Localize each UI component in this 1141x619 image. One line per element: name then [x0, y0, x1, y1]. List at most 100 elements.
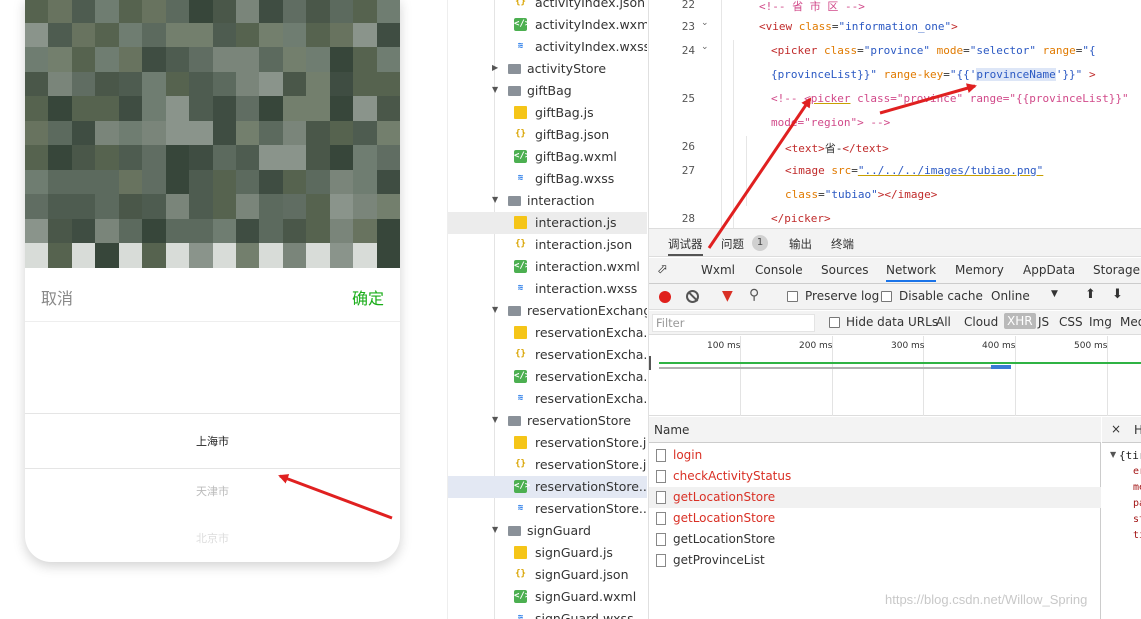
import-har-icon[interactable]: ⬆ — [1085, 287, 1096, 302]
type-filter-all[interactable]: All — [936, 315, 951, 329]
record-icon[interactable] — [659, 291, 671, 303]
tree-file[interactable]: {} activityIndex.json — [448, 0, 647, 14]
tab-debugger[interactable]: 调试器 — [668, 236, 703, 256]
tree-folder[interactable]: ▼ interaction — [448, 190, 647, 212]
picker-cancel-button[interactable]: 取消 — [41, 285, 73, 309]
tab-headers[interactable]: H — [1134, 423, 1141, 437]
chevron-down-icon[interactable]: ▼ — [492, 305, 498, 314]
type-filter-img[interactable]: Img — [1089, 315, 1112, 329]
tab-storage[interactable]: Storage — [1093, 263, 1140, 277]
tree-file[interactable]: reservationStore.js — [448, 432, 647, 454]
disable-cache-checkbox[interactable] — [881, 291, 892, 302]
tab-output[interactable]: 输出 — [789, 236, 812, 252]
type-filter-js[interactable]: JS — [1038, 315, 1049, 329]
chevron-down-icon[interactable]: ▼ — [1051, 289, 1058, 299]
tree-file[interactable]: </> giftBag.wxml — [448, 146, 647, 168]
tree-file[interactable]: ≋ activityIndex.wxss — [448, 36, 647, 58]
chevron-down-icon[interactable]: ▼ — [492, 415, 498, 424]
tree-file[interactable]: </> activityIndex.wxml — [448, 14, 647, 36]
tree-folder[interactable]: ▼ reservationStore — [448, 410, 647, 432]
code-editor[interactable]: 22 <!-- 省 市 区 --> 23 ⌄ <view class="info… — [648, 0, 1141, 228]
indent-guide — [721, 0, 722, 228]
tree-file[interactable]: giftBag.js — [448, 102, 647, 124]
chevron-down-icon[interactable]: ▼ — [492, 195, 498, 204]
type-filter-cloud[interactable]: Cloud — [964, 315, 998, 329]
tab-network[interactable]: Network — [886, 263, 937, 282]
tree-file[interactable]: {} reservationStore.j... — [448, 454, 647, 476]
filter-input[interactable]: Filter — [652, 314, 815, 332]
tree-file[interactable]: {} interaction.json — [448, 234, 647, 256]
chevron-right-icon[interactable]: ▶ — [492, 63, 498, 72]
tree-file[interactable]: {} giftBag.json — [448, 124, 647, 146]
mosaic-tile — [376, 120, 400, 146]
type-filter-media[interactable]: Med — [1120, 315, 1141, 329]
hide-data-urls-checkbox[interactable] — [829, 317, 840, 328]
tree-file[interactable]: ≋ reservationStore.... — [448, 498, 647, 520]
line-number: 24 — [681, 44, 695, 57]
tree-folder[interactable]: ▶ activityStore — [448, 58, 647, 80]
mosaic-tile — [259, 218, 283, 244]
mosaic-tile — [235, 0, 260, 23]
tree-file[interactable]: reservationExcha... — [448, 322, 647, 344]
throttle-select[interactable]: Online — [991, 289, 1030, 303]
tab-issues[interactable]: 问题 — [721, 236, 744, 252]
name-column-header[interactable]: Name — [654, 423, 689, 437]
tree-file[interactable]: {} signGuard.json — [448, 564, 647, 586]
tree-file[interactable]: {} reservationExcha... — [448, 344, 647, 366]
close-icon[interactable]: × — [1111, 422, 1121, 436]
tree-folder[interactable]: ▼ signGuard — [448, 520, 647, 542]
fold-chevron-icon[interactable]: ⌄ — [701, 18, 709, 28]
tree-file[interactable]: </> signGuard.wxml — [448, 586, 647, 608]
type-filter-css[interactable]: CSS — [1059, 315, 1083, 329]
request-row[interactable]: getLocationStore — [649, 508, 1101, 529]
tab-appdata[interactable]: AppData — [1023, 263, 1075, 277]
request-row[interactable]: login — [649, 445, 1101, 466]
mosaic-tile — [165, 169, 190, 195]
mosaic-tile — [306, 0, 330, 23]
tree-file[interactable]: </> interaction.wxml — [448, 256, 647, 278]
picker-view[interactable]: 上海市 天津市 北京市 — [25, 322, 400, 562]
filter-funnel-icon[interactable]: ▼ — [722, 288, 733, 304]
network-timeline-overview[interactable]: 100 ms 200 ms 300 ms 400 ms 500 ms — [649, 336, 1141, 416]
tab-sources[interactable]: Sources — [821, 263, 868, 277]
inspect-element-icon[interactable]: ⬀ — [657, 262, 668, 277]
type-filter-xhr[interactable]: XHR — [1004, 313, 1036, 329]
tab-wxml[interactable]: Wxml — [701, 263, 735, 277]
clear-icon[interactable] — [686, 290, 699, 303]
tree-file[interactable]: ≋ interaction.wxss — [448, 278, 647, 300]
tree-file[interactable]: ≋ reservationExcha... — [448, 388, 647, 410]
tree-folder[interactable]: ▼ giftBag — [448, 80, 647, 102]
fold-chevron-icon[interactable]: ⌄ — [701, 42, 709, 52]
chevron-down-icon[interactable]: ▼ — [492, 525, 498, 534]
mosaic-tile — [306, 194, 330, 219]
chevron-down-icon[interactable]: ▼ — [492, 85, 498, 94]
tab-terminal[interactable]: 终端 — [831, 236, 854, 252]
tree-file[interactable]: ≋ signGuard.wxss — [448, 608, 647, 619]
preserve-log-checkbox[interactable] — [787, 291, 798, 302]
picker-option[interactable]: 天津市 — [25, 483, 400, 499]
tree-file[interactable]: </> reservationExcha... — [448, 366, 647, 388]
search-icon[interactable]: ⚲ — [749, 287, 759, 303]
export-har-icon[interactable]: ⬇ — [1112, 287, 1123, 302]
mosaic-tile — [306, 218, 330, 244]
tree-file[interactable]: signGuard.js — [448, 542, 647, 564]
js-file-icon — [514, 326, 527, 339]
picker-option[interactable]: 北京市 — [25, 530, 400, 546]
tree-file[interactable]: interaction.js — [448, 212, 647, 234]
tree-folder[interactable]: ▼ reservationExchange — [448, 300, 647, 322]
expand-triangle-icon[interactable]: ▼ — [1110, 450, 1116, 459]
mosaic-tile — [142, 120, 166, 146]
tab-memory[interactable]: Memory — [955, 263, 1004, 277]
tab-console[interactable]: Console — [755, 263, 803, 277]
mosaic-tile — [189, 47, 213, 72]
picker-option-selected[interactable]: 上海市 — [25, 433, 400, 449]
request-row[interactable]: checkActivityStatus — [649, 466, 1101, 487]
request-row[interactable]: getLocationStore — [649, 487, 1101, 508]
request-row[interactable]: getProvinceList — [649, 550, 1101, 571]
mosaic-tile — [353, 71, 377, 97]
tree-file[interactable]: </> reservationStore.... — [448, 476, 647, 498]
request-row[interactable]: getLocationStore — [649, 529, 1101, 550]
picker-confirm-button[interactable]: 确定 — [352, 285, 384, 309]
tree-file[interactable]: ≋ giftBag.wxss — [448, 168, 647, 190]
tree-item-label: signGuard.js — [535, 545, 613, 560]
